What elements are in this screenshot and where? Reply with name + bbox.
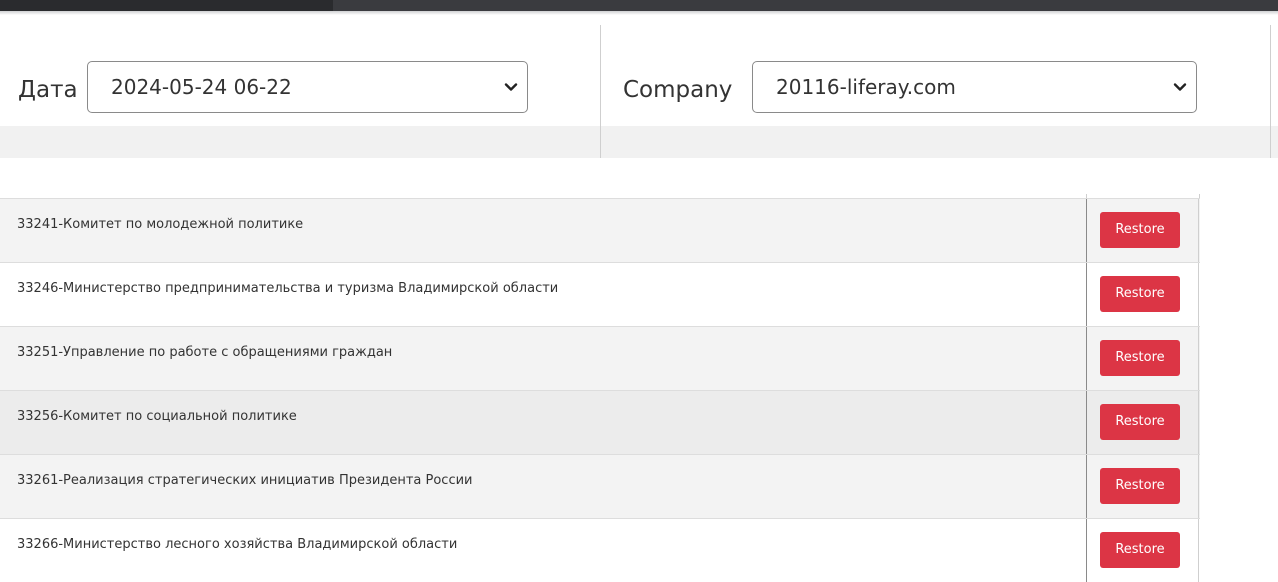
restore-button[interactable]: Restore xyxy=(1100,340,1180,376)
table-row: 33261-Реализация стратегических инициати… xyxy=(0,454,1200,518)
filter-column-divider xyxy=(600,25,601,158)
row-name-cell: 33261-Реализация стратегических инициати… xyxy=(0,455,1086,518)
row-action-cell: Restore xyxy=(1086,263,1199,326)
top-navigation-bar xyxy=(0,0,1278,11)
filter-bar-band xyxy=(0,126,1278,158)
restore-table: 33241-Комитет по молодежной политике Res… xyxy=(0,198,1200,582)
row-name-cell: 33256-Комитет по социальной политике xyxy=(0,391,1086,454)
restore-button[interactable]: Restore xyxy=(1100,468,1180,504)
date-select-value: 2024-05-24 06-22 xyxy=(111,75,292,99)
table-row: 33246-Министерство предпринимательства и… xyxy=(0,262,1200,326)
top-navigation-active-tab[interactable] xyxy=(0,0,333,11)
restore-button[interactable]: Restore xyxy=(1100,532,1180,568)
chevron-down-icon xyxy=(1173,83,1187,91)
company-filter-label: Company xyxy=(623,77,733,103)
table-row: 33241-Комитет по молодежной политике Res… xyxy=(0,198,1200,262)
restore-button[interactable]: Restore xyxy=(1100,404,1180,440)
restore-button[interactable]: Restore xyxy=(1100,276,1180,312)
row-action-cell: Restore xyxy=(1086,327,1199,390)
restore-list: 33241-Комитет по молодежной политике Res… xyxy=(0,158,1278,582)
table-row: 33256-Комитет по социальной политике Res… xyxy=(0,390,1200,454)
date-select[interactable]: 2024-05-24 06-22 xyxy=(87,61,528,113)
date-filter-label: Дата xyxy=(18,77,78,103)
row-name: 33251-Управление по работе с обращениями… xyxy=(17,345,393,360)
row-action-cell: Restore xyxy=(1086,455,1199,518)
restore-button[interactable]: Restore xyxy=(1100,212,1180,248)
row-name-cell: 33246-Министерство предпринимательства и… xyxy=(0,263,1086,326)
table-row: 33266-Министерство лесного хозяйства Вла… xyxy=(0,518,1200,582)
row-action-cell: Restore xyxy=(1086,199,1199,262)
row-action-cell: Restore xyxy=(1086,519,1199,582)
row-name-cell: 33241-Комитет по молодежной политике xyxy=(0,199,1086,262)
row-name-cell: 33266-Министерство лесного хозяйства Вла… xyxy=(0,519,1086,582)
row-name: 33241-Комитет по молодежной политике xyxy=(17,217,304,232)
filter-bar: Дата 2024-05-24 06-22 Company 20116-life… xyxy=(0,15,1278,158)
filter-column-divider-right xyxy=(1270,25,1271,158)
row-name-cell: 33251-Управление по работе с обращениями… xyxy=(0,327,1086,390)
row-name: 33261-Реализация стратегических инициати… xyxy=(17,473,473,488)
row-name: 33246-Министерство предпринимательства и… xyxy=(17,281,559,296)
row-name: 33266-Министерство лесного хозяйства Вла… xyxy=(17,537,458,552)
row-name: 33256-Комитет по социальной политике xyxy=(17,409,297,424)
chevron-down-icon xyxy=(504,83,518,91)
company-select[interactable]: 20116-liferay.com xyxy=(752,61,1197,113)
company-select-value: 20116-liferay.com xyxy=(776,75,956,99)
row-action-cell: Restore xyxy=(1086,391,1199,454)
table-row: 33251-Управление по работе с обращениями… xyxy=(0,326,1200,390)
